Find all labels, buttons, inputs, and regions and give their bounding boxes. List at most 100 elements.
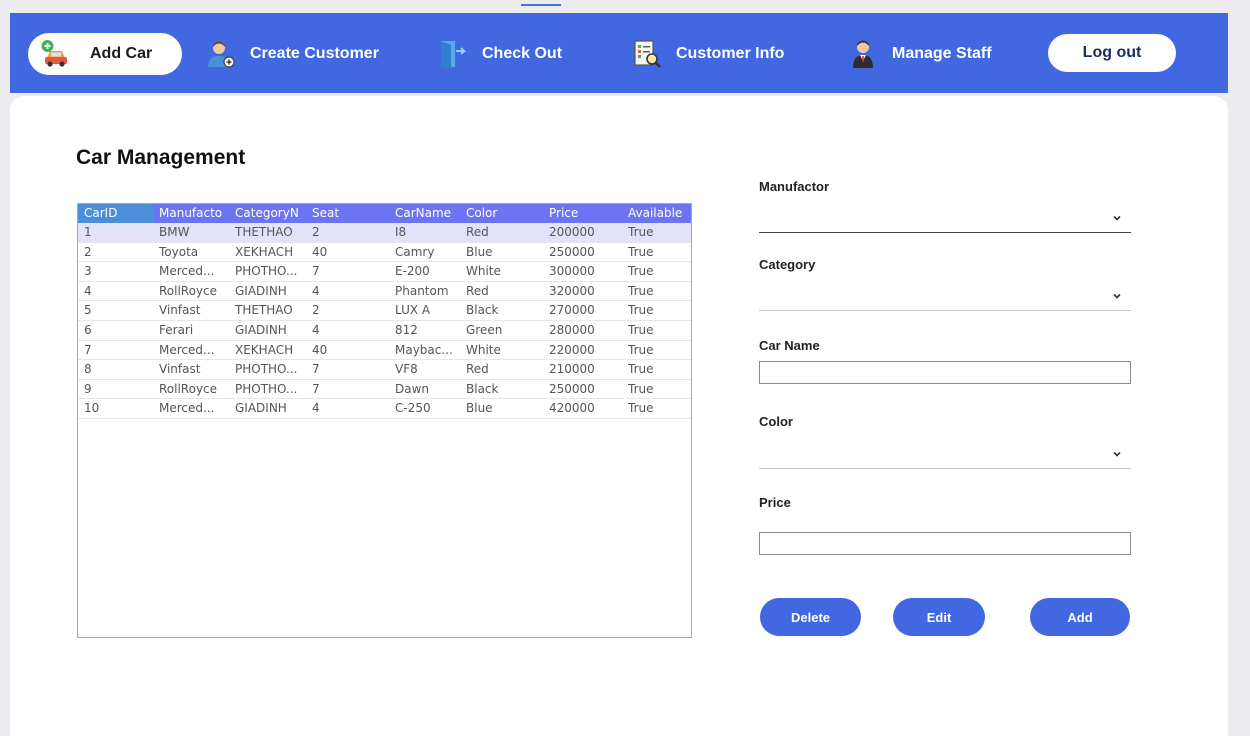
- table-row[interactable]: 7 Merced... XEKHACH 40 Maybac... White 220000 T…: [78, 341, 691, 361]
- cell-available: True: [628, 283, 654, 298]
- cell-carname: E-200: [395, 264, 430, 279]
- cell-price: 220000: [549, 342, 595, 357]
- user-add-icon: [208, 41, 235, 68]
- column-header-seat[interactable]: Seat: [308, 204, 385, 223]
- cell-carname: C-250: [395, 401, 431, 416]
- nav-create-customer[interactable]: Create Customer: [206, 33, 379, 75]
- table-row[interactable]: 3 Merced... PHOTHO... 7 E-200 White 300000 True: [78, 262, 691, 282]
- cell-manufactor: RollRoyce: [159, 283, 218, 298]
- add-button[interactable]: Add: [1030, 598, 1130, 636]
- cell-price: 280000: [549, 322, 595, 337]
- cell-color: Blue: [466, 401, 493, 416]
- nav-check-out-label: Check Out: [482, 45, 563, 62]
- table-row[interactable]: 10 Merced... GIADINH 4 C-250 Blue 420000 True: [78, 399, 691, 419]
- logout-button[interactable]: Log out: [1048, 34, 1176, 72]
- table-row[interactable]: 8 Vinfast PHOTHO... 7 VF8 Red 210000 True: [78, 360, 691, 380]
- cell-carid: 5: [84, 303, 92, 318]
- cell-seat: 4: [312, 401, 320, 416]
- column-header-color[interactable]: Color: [462, 204, 539, 223]
- cell-manufactor: Merced...: [159, 264, 215, 279]
- chevron-down-icon: [1113, 451, 1121, 457]
- color-select[interactable]: [759, 442, 1131, 469]
- cell-available: True: [628, 322, 654, 337]
- cell-carname: Phantom: [395, 283, 449, 298]
- table-row[interactable]: 9 RollRoyce PHOTHO... 7 Dawn Black 250000 True: [78, 380, 691, 400]
- nav-add-car-label: Add Car: [90, 45, 153, 62]
- nav-manage-staff[interactable]: Manage Staff: [848, 33, 992, 75]
- cell-category: GIADINH: [235, 322, 287, 337]
- window-indicator: [521, 4, 561, 6]
- column-header-category[interactable]: CategoryN: [231, 204, 308, 223]
- cell-color: White: [466, 342, 501, 357]
- table-row[interactable]: 6 Ferari GIADINH 4 812 Green 280000 True: [78, 321, 691, 341]
- main-panel: Car Management CarID Manufacto CategoryN…: [10, 96, 1228, 736]
- cell-available: True: [628, 264, 654, 279]
- car-data-grid[interactable]: CarID Manufacto CategoryN Seat CarName C…: [77, 203, 692, 638]
- cell-category: XEKHACH: [235, 244, 294, 259]
- cell-color: Red: [466, 283, 489, 298]
- staff-icon: [853, 40, 873, 68]
- cell-color: Black: [466, 303, 499, 318]
- cell-available: True: [628, 381, 654, 396]
- cell-price: 210000: [549, 362, 595, 377]
- chevron-down-icon: [1113, 293, 1121, 299]
- column-header-available[interactable]: Available: [616, 204, 691, 223]
- document-search-icon: [634, 40, 661, 68]
- cell-carname: I8: [395, 225, 407, 239]
- cell-manufactor: Merced...: [159, 342, 215, 357]
- cell-price: 250000: [549, 381, 595, 396]
- edit-button[interactable]: Edit: [893, 598, 985, 636]
- manufactor-select[interactable]: [759, 206, 1131, 233]
- table-row[interactable]: 1 BMW THETHAO 2 I8 Red 200000 True: [78, 223, 691, 243]
- cell-carname: VF8: [395, 362, 418, 377]
- top-navbar: Add Car Create Customer Check Out Custom…: [10, 13, 1228, 93]
- table-row[interactable]: 2 Toyota XEKHACH 40 Camry Blue 250000 True: [78, 243, 691, 263]
- cell-available: True: [628, 303, 654, 318]
- nav-customer-info[interactable]: Customer Info: [632, 33, 784, 75]
- cell-manufactor: BMW: [159, 225, 190, 239]
- cell-carid: 8: [84, 362, 92, 377]
- cell-color: Red: [466, 225, 489, 239]
- table-row[interactable]: 4 RollRoyce GIADINH 4 Phantom Red 320000 True: [78, 282, 691, 302]
- cell-available: True: [628, 342, 654, 357]
- cell-seat: 2: [312, 303, 320, 318]
- category-select[interactable]: [759, 284, 1131, 311]
- column-header-price[interactable]: Price: [539, 204, 616, 223]
- cell-category: PHOTHO...: [235, 381, 298, 396]
- cell-manufactor: Merced...: [159, 401, 215, 416]
- cell-carname: 812: [395, 322, 418, 337]
- cell-seat: 40: [312, 342, 328, 357]
- cell-category: GIADINH: [235, 283, 287, 298]
- nav-manage-staff-label: Manage Staff: [892, 45, 992, 62]
- price-input[interactable]: [759, 532, 1131, 555]
- cell-seat: 4: [312, 283, 320, 298]
- nav-customer-info-label: Customer Info: [676, 45, 785, 62]
- column-header-manufactor[interactable]: Manufacto: [154, 204, 231, 223]
- cell-price: 420000: [549, 401, 595, 416]
- column-header-carid[interactable]: CarID: [78, 204, 154, 223]
- cell-carid: 3: [84, 264, 92, 279]
- column-header-carname[interactable]: CarName: [385, 204, 462, 223]
- delete-button[interactable]: Delete: [760, 598, 861, 636]
- door-exit-icon: [441, 41, 467, 69]
- cell-carid: 2: [84, 244, 92, 259]
- car-name-input[interactable]: [759, 361, 1131, 384]
- cell-available: True: [628, 225, 654, 239]
- cell-category: THETHAO: [235, 225, 293, 239]
- color-label: Color: [759, 414, 793, 429]
- nav-check-out[interactable]: Check Out: [438, 33, 562, 75]
- cell-price: 270000: [549, 303, 595, 318]
- table-row[interactable]: 5 Vinfast THETHAO 2 LUX A Black 270000 True: [78, 301, 691, 321]
- cell-carid: 6: [84, 322, 92, 337]
- cell-carid: 4: [84, 283, 92, 298]
- cell-seat: 2: [312, 225, 320, 239]
- cell-category: PHOTHO...: [235, 264, 298, 279]
- cell-color: Blue: [466, 244, 493, 259]
- cell-carname: Camry: [395, 244, 435, 259]
- nav-add-car[interactable]: Add Car: [28, 33, 182, 75]
- cell-manufactor: Ferari: [159, 322, 194, 337]
- grid-body: 1 BMW THETHAO 2 I8 Red 200000 True 2 Toyota XEKHAC…: [78, 223, 691, 419]
- category-label: Category: [759, 257, 816, 272]
- car-name-label: Car Name: [759, 338, 820, 353]
- cell-price: 320000: [549, 283, 595, 298]
